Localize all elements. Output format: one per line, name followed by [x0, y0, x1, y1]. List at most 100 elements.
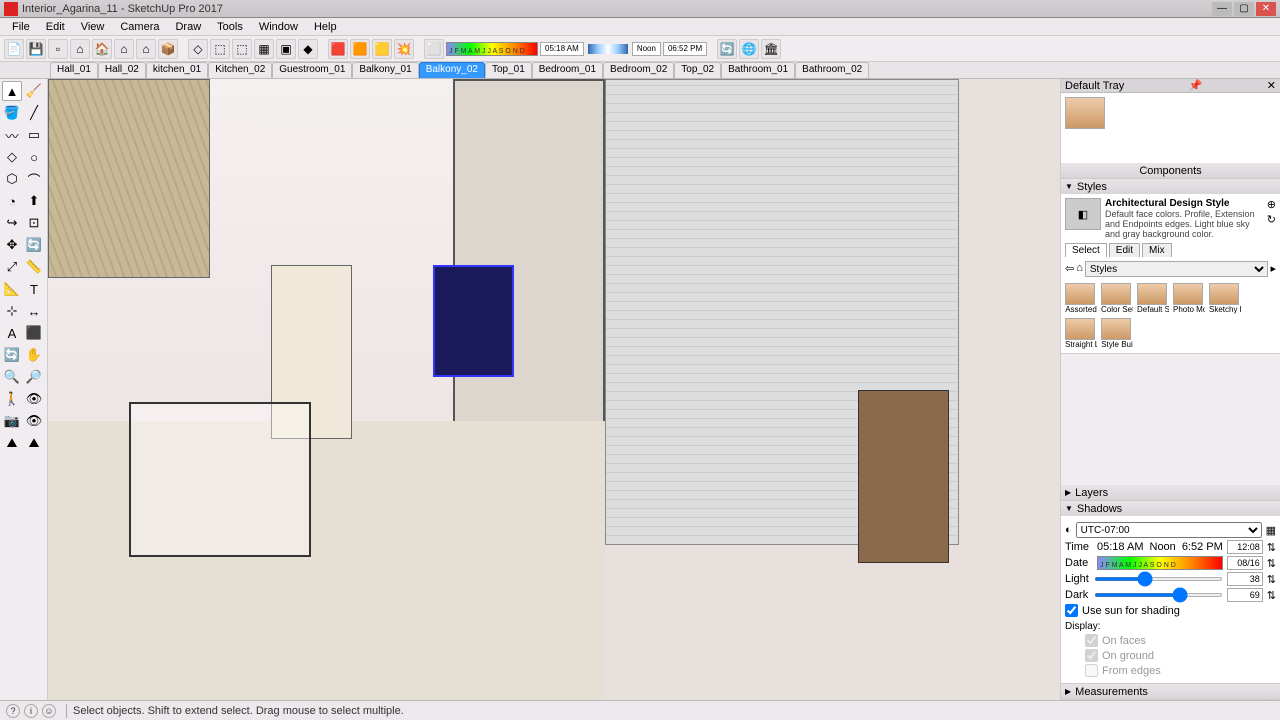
scene-tab-top_02[interactable]: Top_02	[674, 62, 721, 78]
toolbar-button[interactable]: 🟥	[328, 39, 348, 59]
menu-edit[interactable]: Edit	[38, 20, 73, 34]
scene-tab-bathroom_02[interactable]: Bathroom_02	[795, 62, 869, 78]
rectangle-icon[interactable]: ▭	[24, 125, 44, 145]
scene-tab-bedroom_02[interactable]: Bedroom_02	[603, 62, 674, 78]
maximize-button[interactable]: ▢	[1234, 2, 1254, 16]
select-icon[interactable]: ▲	[2, 81, 22, 101]
scene-tab-kitchen_02[interactable]: Kitchen_02	[208, 62, 272, 78]
zoom-extents-icon[interactable]: 🔎	[24, 367, 44, 387]
scene-tab-balkony_02[interactable]: Balkony_02	[419, 62, 485, 78]
dark-slider[interactable]	[1094, 593, 1223, 597]
time-slider[interactable]	[588, 44, 628, 54]
polygon-icon[interactable]: ⬡	[2, 169, 22, 189]
scene-tab-hall_02[interactable]: Hall_02	[98, 62, 146, 78]
pushpull-icon[interactable]: ⬆	[24, 191, 44, 211]
scene-tab-bedroom_01[interactable]: Bedroom_01	[532, 62, 603, 78]
date-input[interactable]	[1227, 556, 1263, 570]
orbit-icon[interactable]: 🔄	[2, 345, 22, 365]
dark-spinner[interactable]: ⇅	[1267, 589, 1276, 602]
style-library-select[interactable]: Styles	[1085, 261, 1269, 277]
minimize-button[interactable]: —	[1212, 2, 1232, 16]
scene-tab-balkony_01[interactable]: Balkony_01	[352, 62, 418, 78]
warehouse-icon[interactable]: 🏛	[761, 39, 781, 59]
style-create-icon[interactable]: ⊕	[1267, 198, 1276, 211]
menu-view[interactable]: View	[73, 20, 113, 34]
dimension-icon[interactable]: ↔	[24, 301, 44, 321]
light-spinner[interactable]: ⇅	[1267, 573, 1276, 586]
line-icon[interactable]: ╱	[24, 103, 44, 123]
menu-help[interactable]: Help	[306, 20, 345, 34]
shadow-detail-icon[interactable]: ▦	[1266, 524, 1276, 537]
pan-icon[interactable]: ✋	[24, 345, 44, 365]
walk-icon[interactable]: 🚶	[2, 389, 22, 409]
save-icon[interactable]: ▫	[48, 39, 68, 59]
redo-icon[interactable]: 📦	[158, 39, 178, 59]
layer-icon[interactable]: ⬚	[232, 39, 252, 59]
style-thumbnail[interactable]: ◧	[1065, 198, 1101, 230]
scene-tab-top_01[interactable]: Top_01	[485, 62, 532, 78]
3dtext-icon[interactable]: A	[2, 323, 22, 343]
shadow-toggle-icon[interactable]: ◐	[1065, 524, 1072, 536]
shadow-icon[interactable]: ◆	[298, 39, 318, 59]
component-preview[interactable]	[1065, 97, 1105, 129]
menu-draw[interactable]: Draw	[167, 20, 209, 34]
freehand-icon[interactable]: 〰	[2, 125, 22, 145]
toolbar-button[interactable]: ◇	[188, 39, 208, 59]
pie-icon[interactable]: ◔	[2, 191, 22, 211]
style-tab-select[interactable]: Select	[1065, 243, 1107, 257]
date-spinner[interactable]: ⇅	[1267, 557, 1276, 570]
style-thumb[interactable]: Default S	[1137, 283, 1169, 314]
style-tab-mix[interactable]: Mix	[1142, 243, 1172, 257]
text-icon[interactable]: T	[24, 279, 44, 299]
scene-tab-guestroom_01[interactable]: Guestroom_01	[272, 62, 352, 78]
open-icon[interactable]: 💾	[26, 39, 46, 59]
sandbox1-icon[interactable]: ⛰	[2, 433, 22, 453]
lookaround-icon[interactable]: 👁	[24, 389, 44, 409]
user-icon[interactable]: ☺	[42, 704, 56, 718]
shadows-header[interactable]: ▼ Shadows	[1061, 501, 1280, 516]
pin-icon[interactable]: 📌	[1189, 79, 1203, 92]
section-icon[interactable]: ⬛	[24, 323, 44, 343]
components-header[interactable]: Components	[1061, 163, 1280, 178]
orbit2-icon[interactable]: 🔄	[717, 39, 737, 59]
paste-icon[interactable]: ⌂	[114, 39, 134, 59]
arc-icon[interactable]: ⌒	[24, 169, 44, 189]
layers-header[interactable]: ▶ Layers	[1061, 485, 1280, 500]
styles-header[interactable]: ▼ Styles	[1061, 179, 1280, 194]
date-slider[interactable]: J F M A M J J A S O N D	[1097, 556, 1223, 570]
menu-camera[interactable]: Camera	[112, 20, 167, 34]
viewport[interactable]	[48, 79, 1060, 700]
style-thumb[interactable]: Sketchy E	[1209, 283, 1241, 314]
rotated-rect-icon[interactable]: ◇	[2, 147, 22, 167]
season-slider[interactable]: J F M A M J J A S O N D	[446, 42, 538, 56]
light-input[interactable]	[1227, 572, 1263, 586]
paint-icon[interactable]: ▦	[254, 39, 274, 59]
measurements-header[interactable]: ▶ Measurements	[1061, 684, 1280, 699]
group-icon[interactable]: 🟨	[372, 39, 392, 59]
scene-tab-kitchen_01[interactable]: kitchen_01	[146, 62, 208, 78]
tape-icon[interactable]: 📏	[24, 257, 44, 277]
globe-icon[interactable]: 🌐	[739, 39, 759, 59]
eye-icon[interactable]: 👁	[24, 411, 44, 431]
texture-icon[interactable]: ▣	[276, 39, 296, 59]
move-icon[interactable]: ✥	[2, 235, 22, 255]
paint-icon[interactable]: 🪣	[2, 103, 22, 123]
new-icon[interactable]: 📄	[4, 39, 24, 59]
info-icon[interactable]: i	[24, 704, 38, 718]
style-thumb[interactable]: Style Bui	[1101, 318, 1133, 349]
make-unique-icon[interactable]: 💥	[394, 39, 414, 59]
followme-icon[interactable]: ↪	[2, 213, 22, 233]
scene-tab-hall_01[interactable]: Hall_01	[50, 62, 98, 78]
time-input[interactable]	[1227, 540, 1263, 554]
rotate-icon[interactable]: 🔄	[24, 235, 44, 255]
component-icon[interactable]: 🟧	[350, 39, 370, 59]
style-update-icon[interactable]: ↻	[1267, 213, 1276, 226]
menu-tools[interactable]: Tools	[209, 20, 251, 34]
menu-file[interactable]: File	[4, 20, 38, 34]
style-thumb[interactable]: Assorted	[1065, 283, 1097, 314]
sandbox2-icon[interactable]: ⛰	[24, 433, 44, 453]
style-thumb[interactable]: Photo Mo	[1173, 283, 1205, 314]
light-slider[interactable]	[1094, 577, 1223, 581]
back-icon[interactable]: ⇦	[1065, 262, 1074, 275]
scene-tab-bathroom_01[interactable]: Bathroom_01	[721, 62, 795, 78]
